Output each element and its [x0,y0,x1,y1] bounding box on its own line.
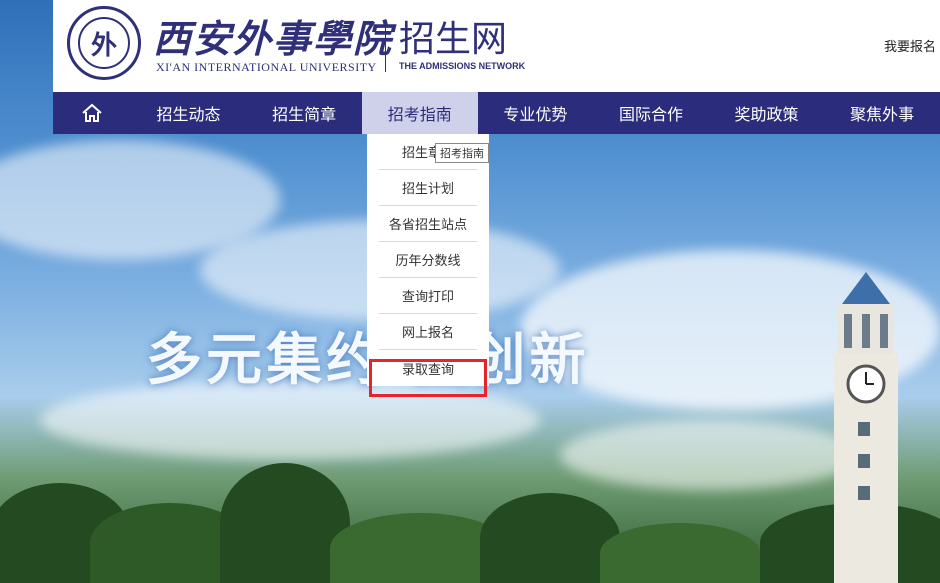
nav-item-focus[interactable]: 聚焦外事 [824,92,940,134]
dropdown-item-online-application[interactable]: 网上报名 [379,314,477,350]
nav-item-international-cooperation[interactable]: 国际合作 [593,92,709,134]
apply-link[interactable]: 我要报名 [884,36,940,55]
dropdown-item-admission-query[interactable]: 录取查询 [379,350,477,386]
dropdown-item-admissions-plan[interactable]: 招生计划 [379,170,477,206]
clock-tower-image [834,272,898,583]
nav-tooltip: 招考指南 [435,143,489,163]
university-name-cn[interactable]: 西安外事學院 [153,8,393,63]
nav-item-admissions-brochure[interactable]: 招生简章 [246,92,362,134]
logo-divider [385,20,386,72]
university-seal-logo[interactable]: 外 [67,6,141,80]
university-name-en: XI'AN INTERNATIONAL UNIVERSITY [156,60,377,74]
dropdown-item-provincial-sites[interactable]: 各省招生站点 [379,206,477,242]
nav-item-admissions-guide[interactable]: 招考指南 [361,92,478,134]
site-subtitle: THE ADMISSIONS NETWORK [399,61,526,71]
nav-item-admissions-news[interactable]: 招生动态 [131,92,247,134]
site-header: 外 西安外事學院 XI'AN INTERNATIONAL UNIVERSITY … [53,0,940,92]
admissions-guide-dropdown: 招生章程 招生计划 各省招生站点 历年分数线 查询打印 网上报名 录取查询 [367,134,489,386]
nav-item-program-advantages[interactable]: 专业优势 [478,92,594,134]
dropdown-item-historical-scores[interactable]: 历年分数线 [379,242,477,278]
main-nav: 招生动态 招生简章 招考指南 专业优势 国际合作 奖助政策 聚焦外事 [53,92,940,134]
site-title: 招生网 [399,19,508,60]
nav-item-financial-aid[interactable]: 奖助政策 [709,92,825,134]
home-icon[interactable] [53,92,131,134]
dropdown-item-query-print[interactable]: 查询打印 [379,278,477,314]
